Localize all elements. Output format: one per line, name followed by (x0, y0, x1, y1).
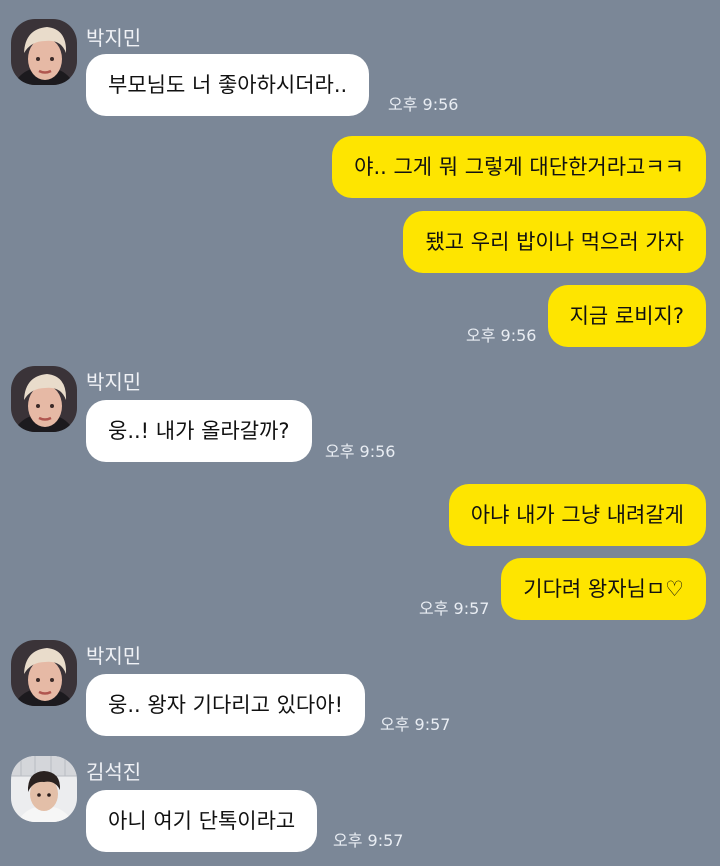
incoming-message-bubble[interactable]: 부모님도 너 좋아하시더라.. (86, 54, 370, 116)
outgoing-message-bubble[interactable]: 기다려 왕자님ㅁ♡ (501, 558, 706, 620)
jimin-avatar[interactable] (11, 366, 77, 432)
message-timestamp: 오후 9:56 (325, 442, 396, 461)
message-timestamp: 오후 9:57 (419, 599, 490, 618)
jimin-avatar[interactable] (11, 19, 77, 85)
outgoing-message-bubble[interactable]: 야.. 그게 뭐 그렇게 대단한거라고ㅋㅋ (332, 136, 706, 198)
seokjin-avatar[interactable] (11, 756, 77, 822)
outgoing-message-bubble[interactable]: 아냐 내가 그냥 내려갈게 (448, 484, 706, 546)
outgoing-message-bubble[interactable]: 지금 로비지? (547, 285, 706, 347)
incoming-message-bubble[interactable]: 아니 여기 단톡이라고 (86, 790, 318, 852)
sender-name: 박지민 (86, 370, 142, 394)
message-timestamp: 오후 9:56 (388, 95, 459, 114)
jimin-avatar[interactable] (11, 640, 77, 706)
sender-name: 김석진 (86, 760, 142, 784)
message-timestamp: 오후 9:56 (466, 326, 537, 345)
incoming-message-bubble[interactable]: 웅..! 내가 올라갈까? (86, 400, 312, 462)
incoming-message-bubble[interactable]: 웅.. 왕자 기다리고 있다아! (86, 674, 365, 736)
sender-name: 박지민 (86, 26, 142, 50)
sender-name: 박지민 (86, 644, 142, 668)
outgoing-message-bubble[interactable]: 됐고 우리 밥이나 먹으러 가자 (403, 211, 706, 273)
message-timestamp: 오후 9:57 (380, 715, 451, 734)
message-timestamp: 오후 9:57 (333, 831, 404, 850)
